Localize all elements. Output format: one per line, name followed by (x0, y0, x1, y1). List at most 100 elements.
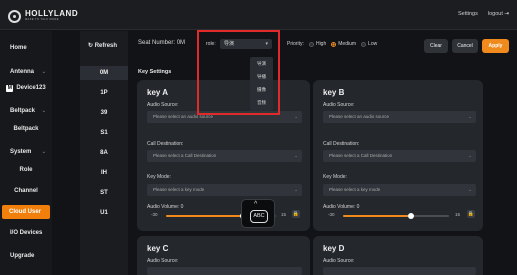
chevron-down-icon: ⌄ (41, 69, 46, 75)
sidebar-item-channel[interactable]: Channel (0, 188, 52, 194)
select-placeholder: Please select an audio source (153, 114, 214, 119)
device-item[interactable]: S1 (80, 126, 128, 140)
settings-link[interactable]: Settings (458, 11, 478, 17)
sidebar-item-antenna[interactable]: Antenna ⌄ (0, 69, 52, 75)
role-dropdown-menu: 导演 导播 摄像 音频 (250, 57, 273, 111)
priority-label: Priority: (287, 41, 304, 47)
sidebar-item-beltpack[interactable]: Beltpack (0, 126, 52, 132)
volume-min: -30 (328, 212, 335, 217)
lock-icon[interactable]: 🔒 (467, 210, 475, 218)
volume-max: 15 (455, 212, 461, 217)
key-d-title: key D (323, 244, 345, 253)
select-placeholder: Please select a key mode (329, 187, 381, 192)
radio-label: Low (368, 41, 378, 47)
sidebar-item-upgrade[interactable]: Upgrade (0, 253, 52, 259)
device-item[interactable]: 0M (80, 66, 128, 80)
lock-icon[interactable]: 🔒 (292, 210, 300, 218)
slider-fill (166, 215, 243, 217)
caret-down-icon: ▾ (265, 41, 268, 47)
sidebar-item-system[interactable]: System ⌄ (0, 149, 52, 155)
top-bar: HOLLYLAND MAKE TO TALK MORE Settings log… (0, 0, 517, 30)
key-mode-label: Key Mode: (147, 174, 171, 180)
chevron-down-icon: ⌄ (41, 149, 46, 155)
cancel-button[interactable]: Cancel (452, 39, 478, 53)
sidebar-item-home[interactable]: Home (0, 45, 52, 51)
priority-low-radio[interactable]: Low (361, 41, 377, 47)
priority-medium-radio[interactable]: Medium (331, 41, 356, 47)
hollyland-logo: HOLLYLAND MAKE TO TALK MORE (8, 8, 88, 24)
audio-source-label: Audio Source: (323, 258, 355, 264)
sidebar-item-label: Beltpack (13, 126, 39, 132)
sidebar-item-label: Antenna (10, 69, 34, 75)
device-item[interactable]: 39 (80, 106, 128, 120)
seat-number: Seat Number: 0M (138, 40, 185, 46)
slider-knob[interactable] (408, 213, 414, 219)
chevron-down-icon: ⌄ (294, 153, 298, 158)
priority-high-radio[interactable]: High (308, 41, 327, 47)
device-item[interactable]: 1P (80, 86, 128, 100)
logo-icon (8, 9, 21, 23)
role-option[interactable]: 导播 (250, 70, 273, 83)
logout-label: logout (487, 11, 503, 17)
audio-volume-label: Audio Volume: 0 (147, 204, 183, 210)
sidebar-item-role[interactable]: Role (0, 167, 52, 173)
role-option[interactable]: 摄像 (250, 83, 273, 96)
caret-up-icon: ^ (254, 201, 258, 208)
audio-volume-value: 0 (356, 204, 360, 210)
clear-button[interactable]: Clear (424, 39, 448, 53)
radio-label: Medium (338, 41, 357, 47)
audio-volume-label: Audio Volume: 0 (323, 204, 359, 210)
select-placeholder: Please select an audio source (329, 114, 390, 119)
role-select[interactable]: 导演 ▾ (220, 39, 272, 49)
audio-source-label: Audio Source: (147, 258, 179, 264)
sidebar-item-io-devices[interactable]: I/O Devices (0, 230, 52, 236)
sidebar-item-label: Device123 (16, 85, 46, 91)
logout-icon: ⇥ (504, 11, 509, 17)
role-select-value: 导演 (224, 41, 235, 47)
audio-volume-label-text: Audio Volume: (147, 204, 180, 210)
device-item[interactable]: U1 (80, 206, 128, 220)
role-label: role: (206, 41, 216, 47)
logout-link[interactable]: logout ⇥ (488, 11, 509, 17)
key-b-volume-slider[interactable] (343, 213, 449, 219)
sidebar-item-cloud-user[interactable]: Cloud User (2, 205, 50, 219)
sidebar-item-device123[interactable]: M Device123 (0, 85, 52, 92)
brand-name: HOLLYLAND (25, 9, 79, 19)
key-a-title: key A (147, 88, 169, 97)
chevron-down-icon: ⌄ (294, 187, 298, 192)
role-option[interactable]: 音频 (250, 96, 273, 109)
key-b-audio-source-select[interactable]: Please select an audio source ⌄ (323, 111, 476, 123)
sidebar-item-label: I/O Devices (10, 230, 43, 236)
audio-volume-value: 0 (180, 204, 184, 210)
apply-button[interactable]: Apply (482, 39, 509, 53)
chevron-down-icon: ⌄ (468, 187, 472, 192)
key-mode-label: Key Mode: (323, 174, 347, 180)
seat-number-value: 0M (176, 40, 186, 46)
refresh-icon: ↻ (88, 43, 94, 49)
key-d-audio-source-select[interactable] (323, 267, 476, 275)
key-c-audio-source-select[interactable] (147, 267, 302, 275)
device-item[interactable]: IH (80, 166, 128, 180)
key-a-call-destination-select[interactable]: Please select a Call Destination ⌄ (147, 150, 302, 162)
sidebar-item-label: Upgrade (10, 253, 35, 259)
priority-group: Priority: High Medium Low (287, 41, 377, 47)
chevron-down-icon: ⌄ (468, 114, 472, 119)
device-item[interactable]: 8A (80, 146, 128, 160)
radio-label: High (315, 41, 327, 47)
call-destination-label: Call Destination: (323, 141, 360, 147)
key-a-key-mode-select[interactable]: Please select a key mode ⌄ (147, 184, 302, 196)
keyboard-input-popup[interactable]: ^ ABC (241, 199, 275, 228)
role-option[interactable]: 导演 (250, 57, 273, 70)
sidebar-item-label: Cloud User (9, 209, 42, 215)
radio-dot (331, 41, 337, 47)
volume-min: -30 (151, 212, 158, 217)
chevron-down-icon: ⌄ (41, 108, 46, 114)
select-placeholder: Please select a key mode (153, 187, 205, 192)
key-b-call-destination-select[interactable]: Please select a Call Destination ⌄ (323, 150, 476, 162)
device-item[interactable]: ST (80, 186, 128, 200)
sidebar-item-beltpack-group[interactable]: Beltpack ⌄ (0, 108, 52, 114)
key-b-key-mode-select[interactable]: Please select a key mode ⌄ (323, 184, 476, 196)
device-badge-icon: M (6, 85, 14, 92)
key-a-audio-source-select[interactable]: Please select an audio source ⌄ (147, 111, 302, 123)
refresh-button[interactable]: ↻ Refresh (88, 42, 117, 49)
